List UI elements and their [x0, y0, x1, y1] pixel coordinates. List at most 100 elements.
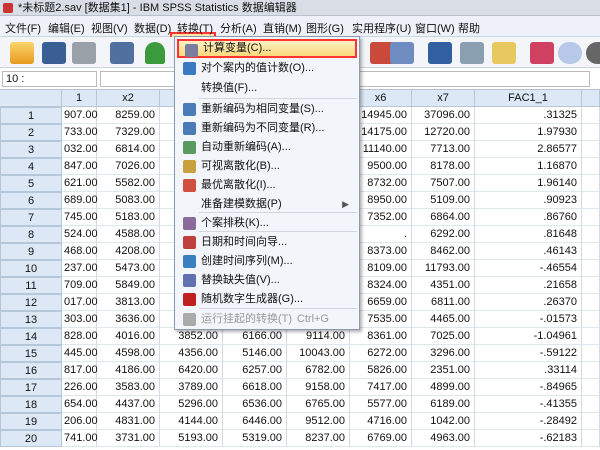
- data-cell[interactable]: -.41355: [475, 396, 582, 413]
- column-header[interactable]: x7: [412, 90, 475, 107]
- data-cell[interactable]: 4598.00: [97, 345, 160, 362]
- data-cell[interactable]: [582, 294, 600, 311]
- data-cell[interactable]: [582, 277, 600, 294]
- data-cell[interactable]: 7417.00: [350, 379, 412, 396]
- menu-item[interactable]: 可视离散化(B)...: [177, 157, 357, 176]
- data-cell[interactable]: 3636.00: [97, 311, 160, 328]
- data-cell[interactable]: 8259.00: [97, 107, 160, 124]
- data-cell[interactable]: [582, 226, 600, 243]
- data-cell[interactable]: 828.00: [62, 328, 98, 345]
- data-cell[interactable]: [582, 396, 600, 413]
- menu-item[interactable]: 对个案内的值计数(O)...: [177, 59, 357, 78]
- data-cell[interactable]: [582, 413, 600, 430]
- data-cell[interactable]: 5582.00: [97, 175, 160, 192]
- data-cell[interactable]: 3852.00: [160, 328, 223, 345]
- data-cell[interactable]: 9114.00: [287, 328, 350, 345]
- data-cell[interactable]: 468.00: [62, 243, 98, 260]
- data-cell[interactable]: 4588.00: [97, 226, 160, 243]
- data-cell[interactable]: 6292.00: [412, 226, 475, 243]
- data-cell[interactable]: 6814.00: [97, 141, 160, 158]
- data-cell[interactable]: 032.00: [62, 141, 98, 158]
- row-number[interactable]: 19: [0, 413, 62, 430]
- data-cell[interactable]: .21658: [475, 277, 582, 294]
- row-number[interactable]: 2: [0, 124, 62, 141]
- data-cell[interactable]: 303.00: [62, 311, 98, 328]
- menu-file[interactable]: 文件(F): [5, 20, 41, 36]
- data-cell[interactable]: 10043.00: [287, 345, 350, 362]
- data-cell[interactable]: 4144.00: [160, 413, 223, 430]
- data-cell[interactable]: 8237.00: [287, 430, 350, 447]
- row-number[interactable]: 16: [0, 362, 62, 379]
- data-cell[interactable]: 3789.00: [160, 379, 223, 396]
- data-cell[interactable]: -.28492: [475, 413, 582, 430]
- data-cell[interactable]: 6765.00: [287, 396, 350, 413]
- column-header[interactable]: 1: [62, 90, 97, 107]
- row-number[interactable]: 1: [0, 107, 62, 124]
- data-cell[interactable]: 733.00: [62, 124, 98, 141]
- insert-variable-icon[interactable]: [390, 42, 414, 64]
- data-cell[interactable]: 5826.00: [350, 362, 412, 379]
- menu-item[interactable]: 准备建模数据(P) ▶: [177, 195, 357, 214]
- menu-item[interactable]: 个案排秩(K)...: [177, 214, 357, 233]
- data-cell[interactable]: 8361.00: [350, 328, 412, 345]
- menu-utilities[interactable]: 实用程序(U): [352, 20, 411, 36]
- data-cell[interactable]: 3583.00: [97, 379, 160, 396]
- data-cell[interactable]: 847.00: [62, 158, 98, 175]
- data-cell[interactable]: 3813.00: [97, 294, 160, 311]
- data-cell[interactable]: 4351.00: [412, 277, 475, 294]
- data-cell[interactable]: -.62183: [475, 430, 582, 447]
- data-cell[interactable]: 6618.00: [223, 379, 287, 396]
- data-cell[interactable]: 1042.00: [412, 413, 475, 430]
- split-file-icon[interactable]: [428, 42, 452, 64]
- data-cell[interactable]: 017.00: [62, 294, 98, 311]
- data-cell[interactable]: 5296.00: [160, 396, 223, 413]
- data-cell[interactable]: 4831.00: [97, 413, 160, 430]
- row-number[interactable]: 13: [0, 311, 62, 328]
- data-cell[interactable]: 2.86577: [475, 141, 582, 158]
- data-cell[interactable]: 4716.00: [350, 413, 412, 430]
- row-number[interactable]: 9: [0, 243, 62, 260]
- data-cell[interactable]: 5319.00: [223, 430, 287, 447]
- row-number[interactable]: 14: [0, 328, 62, 345]
- data-cell[interactable]: 4899.00: [412, 379, 475, 396]
- data-cell[interactable]: [582, 141, 600, 158]
- data-cell[interactable]: 5146.00: [223, 345, 287, 362]
- menu-view[interactable]: 视图(V): [91, 20, 128, 36]
- menu-item[interactable]: 替换缺失值(V)...: [177, 271, 357, 290]
- row-number[interactable]: 3: [0, 141, 62, 158]
- data-cell[interactable]: 654.00: [62, 396, 98, 413]
- menu-item[interactable]: 重新编码为不同变量(R)...: [177, 119, 357, 138]
- data-cell[interactable]: 237.00: [62, 260, 98, 277]
- data-cell[interactable]: [582, 175, 600, 192]
- row-number[interactable]: 7: [0, 209, 62, 226]
- menu-edit[interactable]: 编辑(E): [48, 20, 85, 36]
- data-cell[interactable]: 709.00: [62, 277, 98, 294]
- menu-help[interactable]: 帮助: [458, 20, 480, 36]
- data-cell[interactable]: 6769.00: [350, 430, 412, 447]
- row-number[interactable]: 15: [0, 345, 62, 362]
- data-cell[interactable]: .31325: [475, 107, 582, 124]
- data-cell[interactable]: 3731.00: [97, 430, 160, 447]
- value-labels-icon[interactable]: [530, 42, 554, 64]
- data-cell[interactable]: 206.00: [62, 413, 98, 430]
- data-cell[interactable]: 9512.00: [287, 413, 350, 430]
- menu-transform[interactable]: 转换(T): [177, 20, 213, 36]
- menu-item[interactable]: 重新编码为相同变量(S)...: [177, 100, 357, 119]
- data-cell[interactable]: 8462.00: [412, 243, 475, 260]
- column-header[interactable]: [582, 90, 600, 107]
- menu-item[interactable]: 自动重新编码(A)...: [177, 138, 357, 157]
- data-cell[interactable]: 741.00: [62, 430, 98, 447]
- data-cell[interactable]: 9158.00: [287, 379, 350, 396]
- data-cell[interactable]: 5183.00: [97, 209, 160, 226]
- column-header[interactable]: x2: [97, 90, 160, 107]
- data-cell[interactable]: 4963.00: [412, 430, 475, 447]
- corner-cell[interactable]: [0, 90, 62, 107]
- select-cases-icon[interactable]: [492, 42, 516, 64]
- data-cell[interactable]: 2351.00: [412, 362, 475, 379]
- data-cell[interactable]: 6864.00: [412, 209, 475, 226]
- data-cell[interactable]: .81648: [475, 226, 582, 243]
- data-cell[interactable]: 37096.00: [412, 107, 475, 124]
- use-sets-icon[interactable]: [558, 42, 582, 64]
- data-cell[interactable]: 6166.00: [223, 328, 287, 345]
- data-cell[interactable]: 8178.00: [412, 158, 475, 175]
